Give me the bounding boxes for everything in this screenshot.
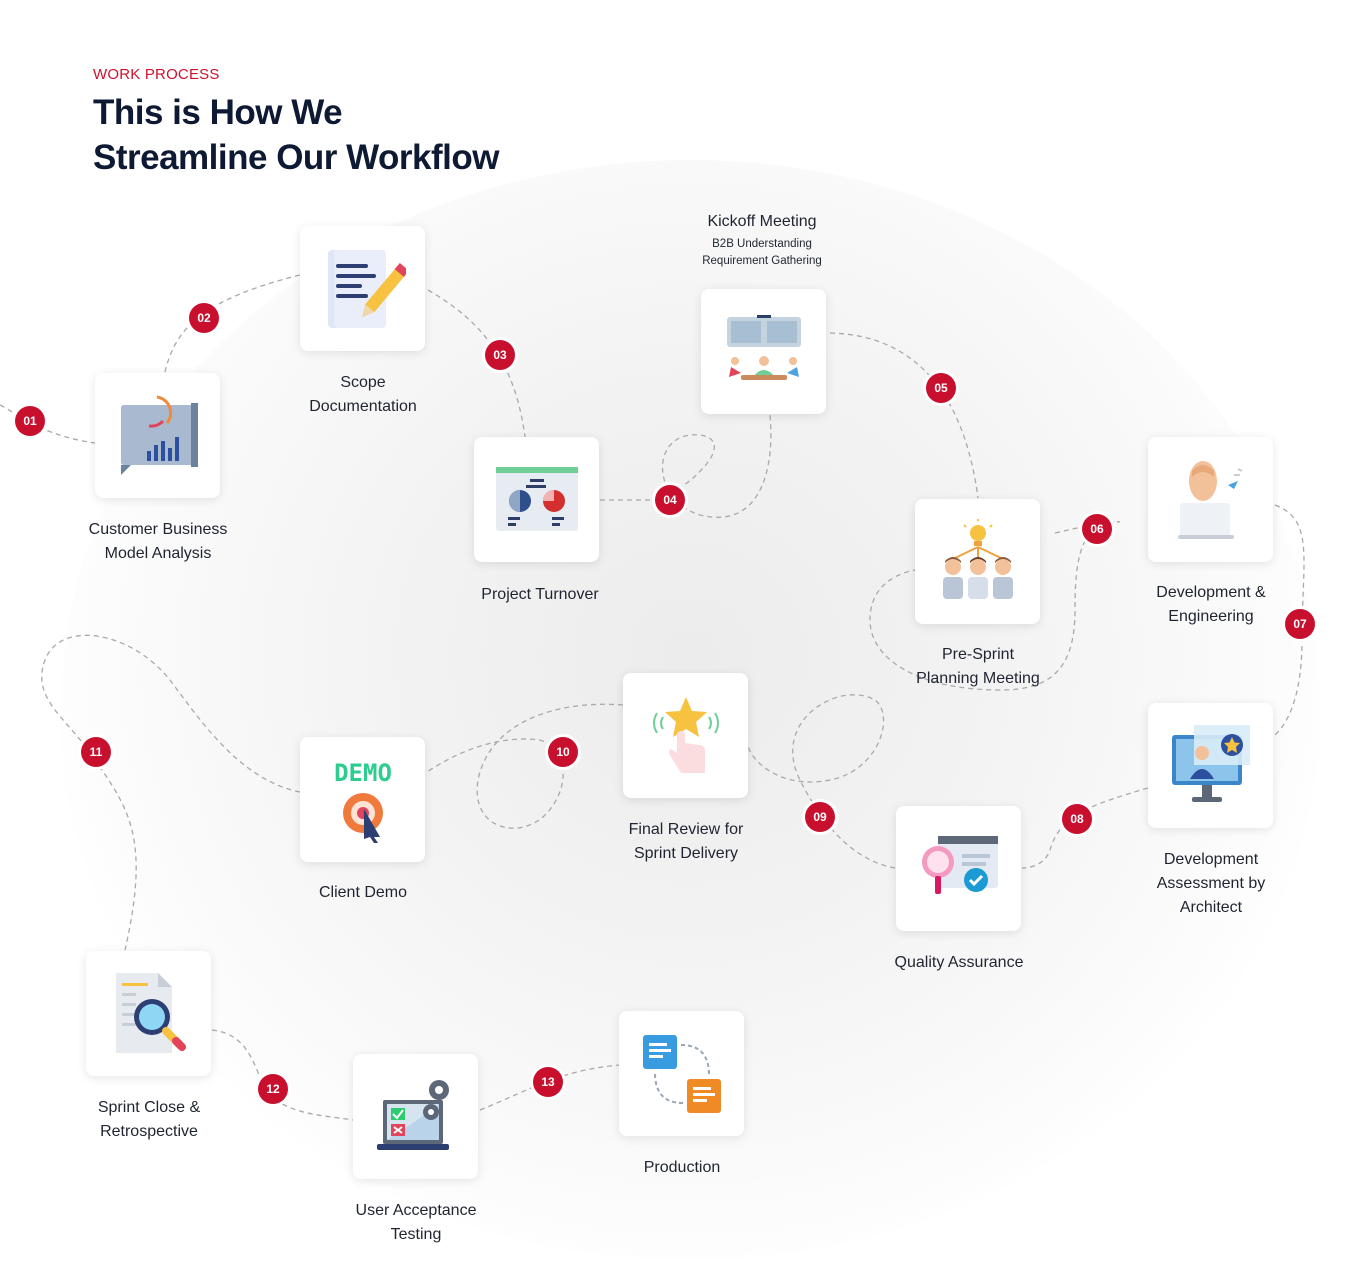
documents-sync-icon bbox=[642, 1034, 721, 1113]
step-card-final-review[interactable] bbox=[623, 673, 748, 798]
magnifier-check-icon bbox=[921, 835, 998, 894]
step-card-development-assessment[interactable] bbox=[1148, 703, 1273, 828]
step-card-project-turnover[interactable] bbox=[474, 437, 599, 562]
step-label-10: Client Demo bbox=[318, 884, 408, 901]
meeting-icon bbox=[726, 314, 801, 380]
document-pencil-icon bbox=[327, 249, 406, 328]
step-badge-07: 07 bbox=[1285, 609, 1315, 639]
step-card-scope-documentation[interactable] bbox=[300, 226, 425, 351]
step-badge-12: 12 bbox=[258, 1074, 288, 1104]
step-badge-08: 08 bbox=[1062, 804, 1092, 834]
step-badge-02: 02 bbox=[189, 303, 219, 333]
step-label-05: Pre-Sprint Planning Meeting bbox=[916, 646, 1040, 687]
step-card-sprint-close[interactable] bbox=[86, 951, 211, 1076]
step-badge-10: 10 bbox=[548, 737, 578, 767]
step-label-04: Kickoff Meeting bbox=[707, 213, 817, 230]
developer-icon bbox=[1177, 460, 1242, 539]
step-label-07: Development Assessment by Architect bbox=[1156, 851, 1266, 916]
step-card-pre-sprint-planning-meeting[interactable] bbox=[915, 499, 1040, 624]
step-label-06: Development & Engineering bbox=[1156, 584, 1266, 625]
demo-cursor-icon: DEMO bbox=[334, 759, 392, 843]
step-badge-09: 09 bbox=[805, 802, 835, 832]
step-badge-03: 03 bbox=[485, 340, 515, 370]
step-label-09: Final Review for Sprint Delivery bbox=[628, 821, 744, 862]
laptop-checklist-icon bbox=[376, 1079, 449, 1150]
star-tap-icon bbox=[652, 696, 719, 773]
team-idea-icon bbox=[942, 518, 1013, 599]
step-label-11: Sprint Close & Retrospective bbox=[97, 1099, 201, 1140]
step-card-client-demo[interactable]: DEMO bbox=[300, 737, 425, 862]
step-label-12: User Acceptance Testing bbox=[355, 1202, 477, 1243]
step-badge-04: 04 bbox=[655, 485, 685, 515]
document-search-icon bbox=[115, 972, 186, 1053]
step-card-quality-assurance[interactable] bbox=[896, 806, 1021, 931]
monitor-user-icon bbox=[1171, 724, 1250, 802]
step-badge-05: 05 bbox=[926, 373, 956, 403]
step-label-03: Project Turnover bbox=[481, 586, 599, 603]
step-label-01: Customer Business Model Analysis bbox=[88, 521, 228, 562]
step-card-development-engineering[interactable] bbox=[1148, 437, 1273, 562]
step-label-08: Quality Assurance bbox=[894, 954, 1024, 971]
analysis-icon bbox=[120, 395, 198, 475]
step-badge-01: 01 bbox=[15, 406, 45, 436]
step-badge-11: 11 bbox=[81, 737, 111, 767]
step-label-13: Production bbox=[643, 1159, 721, 1176]
presentation-chart-icon bbox=[495, 466, 578, 531]
step-label-02: Scope Documentation bbox=[309, 374, 417, 415]
step-card-production[interactable] bbox=[619, 1011, 744, 1136]
step-card-kickoff-meeting[interactable] bbox=[701, 289, 826, 414]
step-sublabel-04: B2B Understanding Requirement Gathering bbox=[702, 238, 822, 267]
step-card-customer-business-model-analysis[interactable] bbox=[95, 373, 220, 498]
step-badge-13: 13 bbox=[533, 1067, 563, 1097]
demo-text: DEMO bbox=[334, 759, 392, 787]
step-card-user-acceptance-testing[interactable] bbox=[353, 1054, 478, 1179]
step-badge-06: 06 bbox=[1082, 514, 1112, 544]
